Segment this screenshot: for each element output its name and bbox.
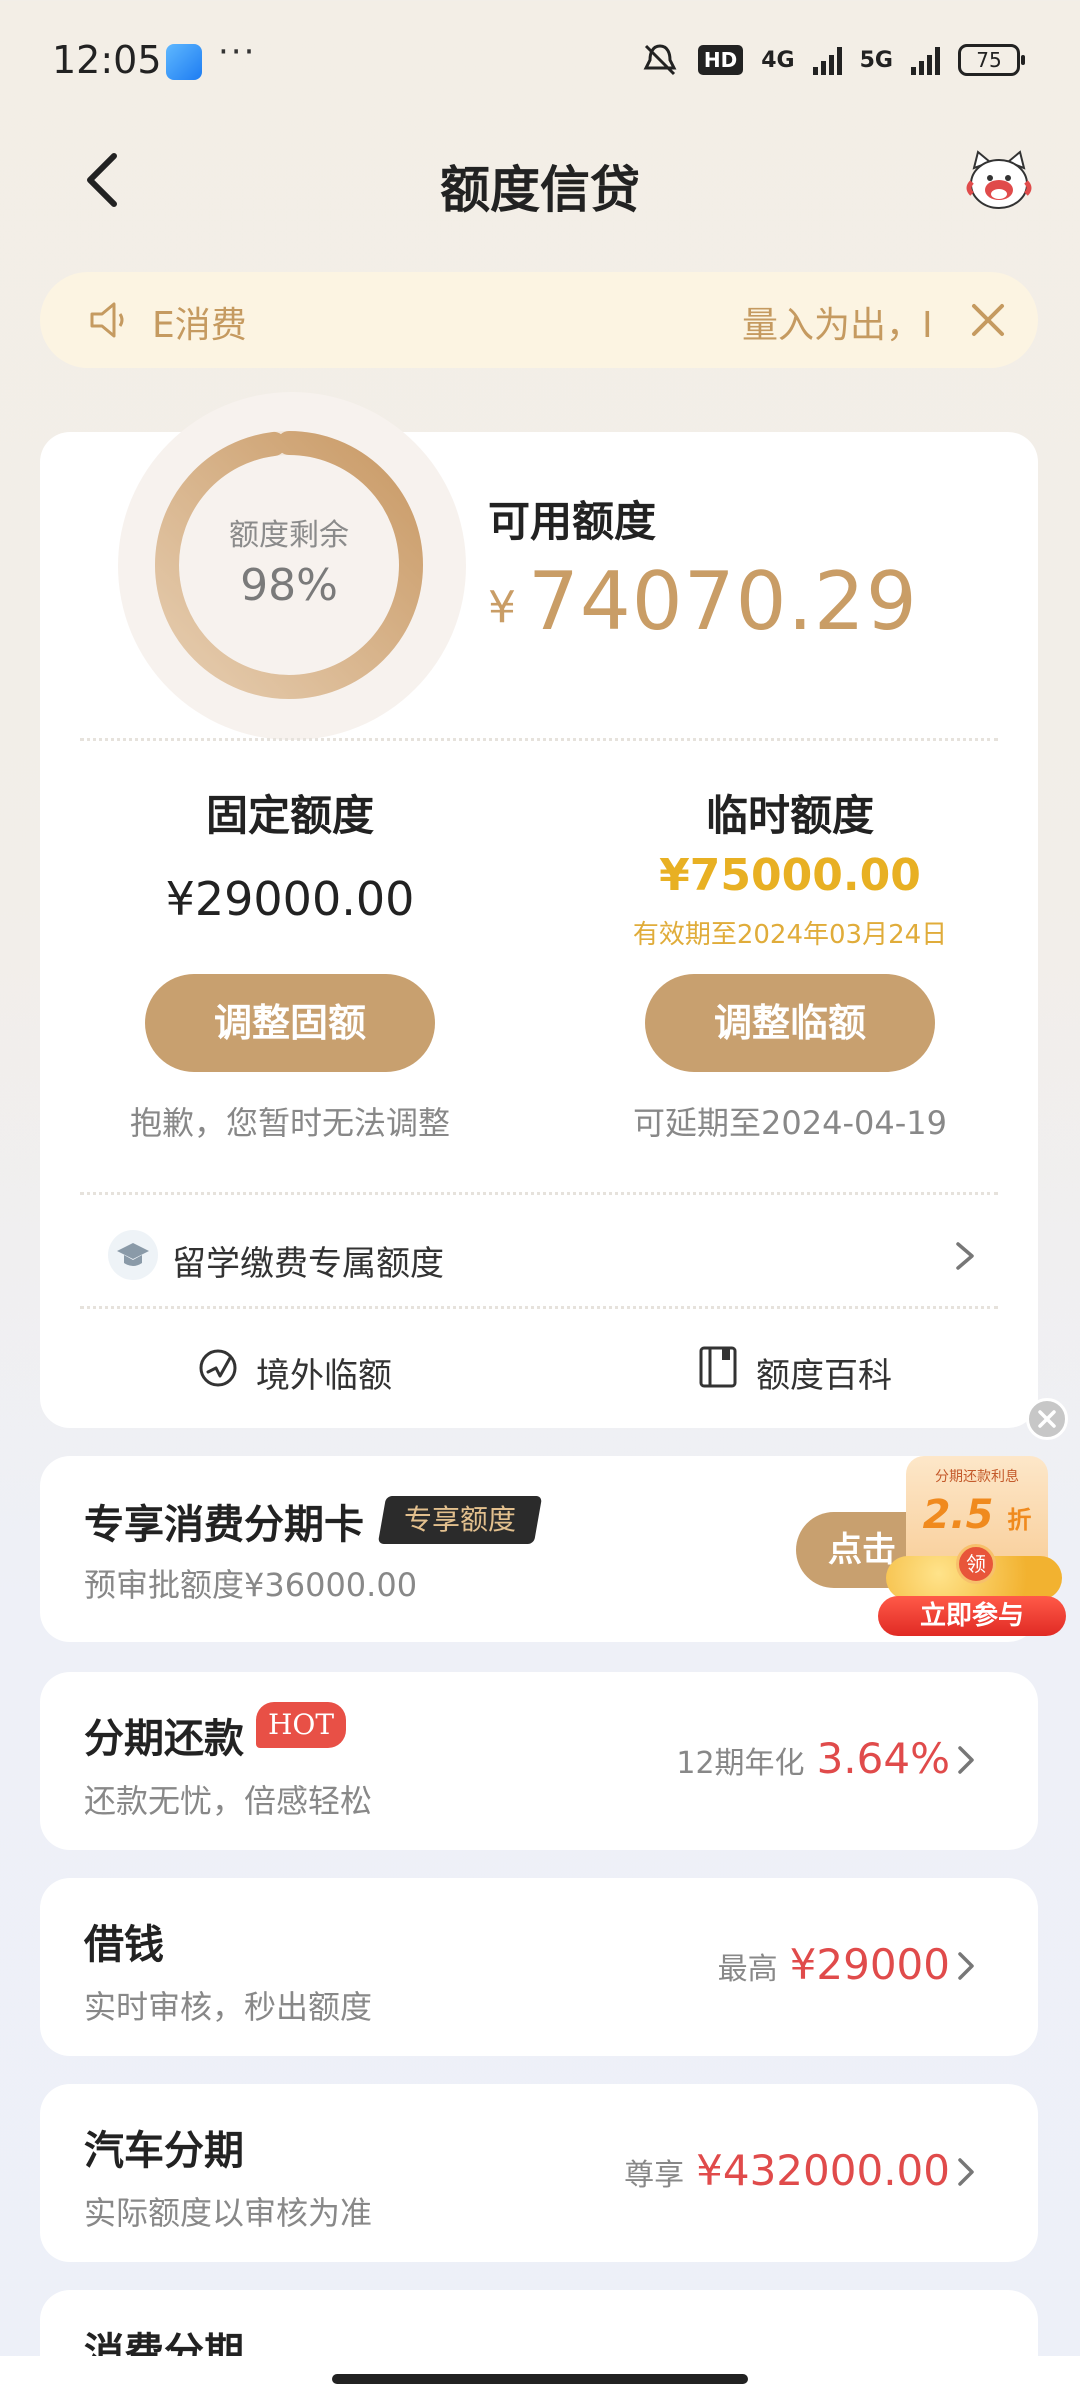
overseas-globe-icon[interactable] bbox=[196, 1346, 240, 1390]
exclusive-quota-badge: 专享额度 bbox=[377, 1496, 543, 1544]
close-float-ad-button[interactable] bbox=[1026, 1398, 1068, 1440]
divider bbox=[80, 1192, 998, 1195]
signal-4g-icon bbox=[812, 45, 842, 75]
overseas-temp-quota-link[interactable]: 境外临额 bbox=[256, 1348, 392, 1397]
ad-coin: 领 bbox=[956, 1544, 996, 1584]
ad-caption: 分期还款利息 bbox=[935, 1469, 1019, 1485]
ring-label: 额度剩余 bbox=[229, 518, 349, 553]
product-rate: 最高 ¥29000 bbox=[718, 1940, 950, 1989]
product-rate: 12期年化 3.64% bbox=[676, 1734, 950, 1783]
chevron-right-icon bbox=[958, 1952, 974, 1980]
promo-subtitle: 预审批额度¥36000.00 bbox=[84, 1566, 418, 1604]
network-5g-label: 5G bbox=[859, 47, 893, 73]
badge-label: 专享额度 bbox=[404, 1503, 517, 1536]
divider bbox=[80, 1306, 998, 1309]
notice-text-continued: 量入为出，I bbox=[742, 305, 933, 346]
speaker-icon bbox=[90, 302, 124, 338]
home-indicator[interactable] bbox=[332, 2374, 748, 2384]
network-4g-label: 4G bbox=[761, 47, 795, 73]
product-rate-value: ¥432000.00 bbox=[696, 2146, 950, 2195]
close-icon bbox=[1038, 1410, 1056, 1428]
status-time: 12:05 bbox=[52, 38, 162, 82]
product-subtitle: 还款无忧，倍感轻松 bbox=[84, 1782, 373, 1820]
signal-5g-icon bbox=[911, 45, 940, 75]
more-notifications-icon: ··· bbox=[218, 32, 257, 72]
temp-quota-label: 临时额度 bbox=[705, 791, 874, 840]
product-rate-prefix: 最高 bbox=[717, 1952, 778, 1987]
hot-badge: HOT bbox=[256, 1702, 347, 1748]
customer-service-mascot-icon[interactable] bbox=[964, 148, 1034, 214]
study-abroad-quota-label: 留学缴费专属额度 bbox=[172, 1244, 444, 1284]
page-title: 额度信贷 bbox=[440, 161, 640, 219]
adjust-fixed-quota-button[interactable]: 调整固额 bbox=[145, 974, 435, 1072]
quota-wiki-link[interactable]: 额度百科 bbox=[756, 1348, 892, 1397]
fixed-adjust-note: 抱歉，您暂时无法调整 bbox=[129, 1104, 450, 1142]
fixed-quota-amount: ¥29000.00 bbox=[165, 872, 415, 926]
divider bbox=[80, 738, 998, 741]
close-icon[interactable] bbox=[966, 298, 1010, 342]
status-indicators: HD 4G 5G 75 bbox=[640, 42, 1025, 78]
hd-badge: HD bbox=[697, 45, 744, 75]
ad-discount: 2.5 折 bbox=[918, 1492, 1036, 1538]
temp-quota-validity: 有效期至2024年03月24日 bbox=[632, 920, 948, 950]
adjust-temp-quota-button[interactable]: 调整临额 bbox=[645, 974, 935, 1072]
status-bar: 12:05 ··· HD 4G 5G 75 bbox=[0, 0, 1080, 120]
product-subtitle: 实时审核，秒出额度 bbox=[84, 1988, 373, 2026]
promo-title: 专享消费分期卡 bbox=[84, 1502, 364, 1548]
product-title: 汽车分期 bbox=[84, 2128, 244, 2174]
product-title: 分期还款 bbox=[84, 1716, 244, 1762]
currency-symbol: ¥ bbox=[488, 582, 516, 633]
ad-discount-value: 2.5 bbox=[922, 1492, 994, 1538]
temp-quota-amount: ¥75000.00 bbox=[659, 850, 921, 901]
floating-discount-ad[interactable]: 分期还款利息 2.5 折 领 立即参与 bbox=[878, 1456, 1068, 1638]
chevron-right-icon bbox=[956, 1242, 974, 1270]
mute-vibrate-icon bbox=[643, 44, 677, 76]
notice-text: E消费 bbox=[152, 305, 247, 346]
join-now-button[interactable]: 立即参与 bbox=[878, 1596, 1066, 1636]
ring-percent: 98% bbox=[240, 560, 338, 611]
chevron-right-icon bbox=[958, 1746, 974, 1774]
graduation-cap-icon bbox=[108, 1230, 158, 1280]
product-rate-prefix: 12期年化 bbox=[676, 1746, 805, 1781]
available-quota-amount: 74070.29 bbox=[528, 555, 918, 648]
product-rate-value: ¥29000 bbox=[789, 1940, 950, 1989]
ad-discount-unit: 折 bbox=[1007, 1506, 1032, 1534]
chevron-right-icon bbox=[958, 2158, 974, 2186]
notice-bar[interactable]: E消费 量入为出，I bbox=[40, 272, 1038, 368]
fixed-quota-label: 固定额度 bbox=[205, 791, 374, 840]
temp-extend-note: 可延期至2024-04-19 bbox=[633, 1104, 947, 1142]
product-title: 借钱 bbox=[84, 1922, 164, 1968]
product-subtitle: 实际额度以审核为准 bbox=[84, 2194, 373, 2232]
product-rate: 尊享 ¥432000.00 bbox=[624, 2146, 950, 2195]
book-icon[interactable] bbox=[696, 1344, 740, 1390]
product-rate-value: 3.64% bbox=[816, 1734, 950, 1783]
battery-icon: 75 bbox=[958, 44, 1025, 76]
product-rate-prefix: 尊享 bbox=[624, 2158, 685, 2193]
available-quota-label: 可用额度 bbox=[488, 497, 657, 546]
notification-app-icon bbox=[166, 44, 202, 80]
